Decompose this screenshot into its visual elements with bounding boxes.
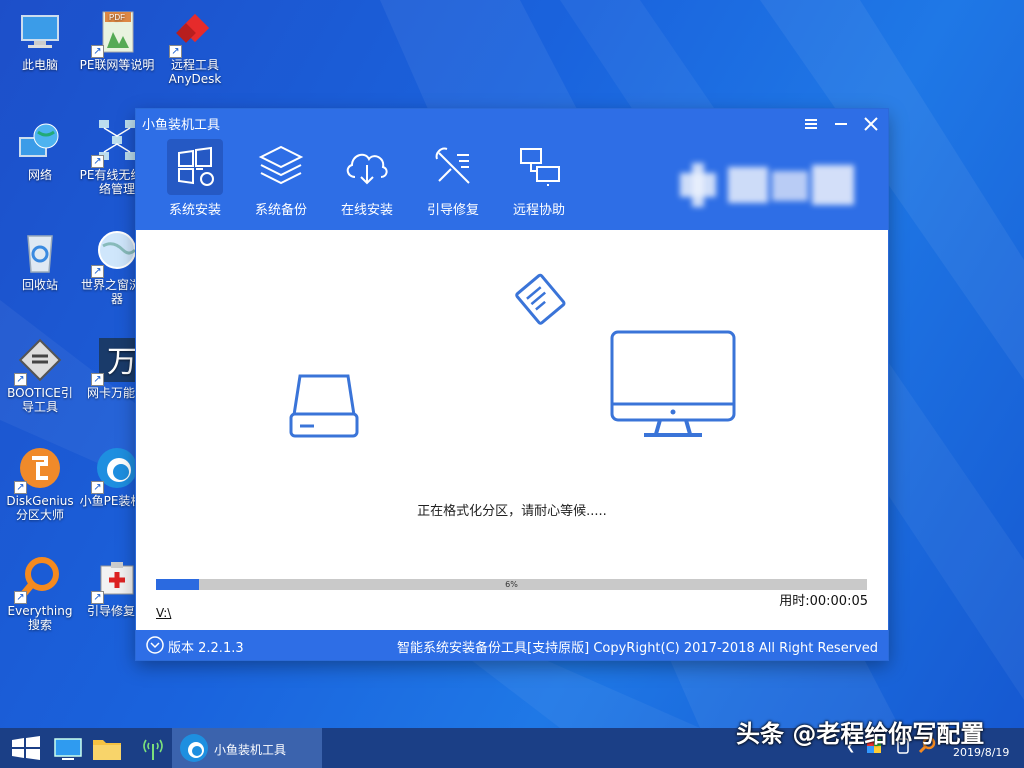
- desktop-monitor-icon: [54, 738, 82, 760]
- menu-icon: [805, 119, 817, 129]
- status-message: 正在格式化分区，请耐心等候.....: [417, 504, 607, 519]
- minimize-icon: [835, 123, 847, 125]
- shortcut-arrow-icon: ↗: [91, 591, 104, 604]
- shortcut-arrow-icon: ↗: [14, 481, 27, 494]
- xiaoyu-installer-window: 小鱼装机工具 系统安装 系统备份 在线安装 引导修复 远程协助 正在格式化分区，…: [136, 109, 888, 660]
- windows-install-icon: [178, 146, 214, 186]
- tab-boot-repair[interactable]: 引导修复: [421, 139, 485, 218]
- close-icon: [864, 117, 878, 131]
- layers-backup-icon: [258, 145, 304, 185]
- windows-start-icon: [12, 736, 40, 760]
- tab-remote-assist[interactable]: 远程协助: [507, 139, 571, 218]
- folder-icon: [93, 740, 121, 760]
- minimize-button[interactable]: [830, 113, 852, 135]
- taskbar-wifi-button[interactable]: [138, 728, 168, 768]
- desktop-icon-this-pc[interactable]: 此电脑: [2, 8, 78, 72]
- version-label: 版本 2.2.1.3: [168, 641, 244, 656]
- close-button[interactable]: [860, 113, 882, 135]
- copyright-text: 智能系统安装备份工具[支持原版] CopyRight(C) 2017-2018 …: [397, 641, 878, 656]
- monitor-icon: [610, 330, 736, 437]
- tab-system-backup[interactable]: 系统备份: [249, 139, 313, 218]
- svg-text:万: 万: [107, 345, 137, 380]
- desktop-icon-diskgenius[interactable]: ↗ DiskGenius分区大师: [2, 444, 78, 522]
- document-transfer-icon: [515, 273, 566, 325]
- progress-percent-label: 6%: [505, 580, 518, 589]
- computer-icon: [21, 15, 59, 48]
- desktop-icon-anydesk[interactable]: ↗ 远程工具 AnyDesk: [157, 8, 233, 86]
- shortcut-arrow-icon: ↗: [14, 373, 27, 386]
- taskbar-date: 2019/8/19: [953, 746, 1010, 759]
- taskbar-explorer-button[interactable]: [90, 728, 124, 768]
- shortcut-arrow-icon: ↗: [169, 45, 182, 58]
- install-progress-bar: 6%: [156, 579, 867, 590]
- start-button[interactable]: [8, 728, 44, 768]
- window-footer: 版本 2.2.1.3 智能系统安装备份工具[支持原版] CopyRight(C)…: [136, 630, 888, 660]
- shortcut-arrow-icon: ↗: [14, 591, 27, 604]
- window-title: 小鱼装机工具: [142, 118, 221, 133]
- hard-drive-icon: [289, 374, 359, 438]
- desktop-icon-recycle-bin[interactable]: 回收站: [2, 228, 78, 292]
- window-header: 小鱼装机工具 系统安装 系统备份 在线安装 引导修复 远程协助: [136, 109, 888, 230]
- xiaoyu-app-icon: [180, 734, 208, 762]
- elapsed-time: 用时:00:00:05: [779, 594, 868, 609]
- tab-online-install[interactable]: 在线安装: [335, 139, 399, 218]
- recycle-bin-icon: [27, 235, 53, 273]
- version-chevron-icon: [146, 636, 164, 654]
- wireless-antenna-icon: [143, 739, 163, 760]
- taskbar-app-xiaoyu[interactable]: 小鱼装机工具: [172, 728, 322, 768]
- desktop-icon-pe-network-doc[interactable]: PDF ↗ PE联网等说明: [79, 8, 155, 72]
- svg-text:PDF: PDF: [109, 13, 125, 22]
- shortcut-arrow-icon: ↗: [91, 265, 104, 278]
- shortcut-arrow-icon: ↗: [91, 45, 104, 58]
- blurred-logo: [680, 163, 854, 207]
- shortcut-arrow-icon: ↗: [91, 481, 104, 494]
- shortcut-arrow-icon: ↗: [91, 155, 104, 168]
- desktop-icon-everything[interactable]: ↗ Everything搜索: [2, 554, 78, 632]
- menu-button[interactable]: [800, 113, 822, 135]
- network-globe-icon: [19, 123, 59, 157]
- watermark-text: 头条 @老程给你写配置: [736, 720, 985, 748]
- taskbar-desktop-button[interactable]: [52, 728, 84, 768]
- desktop-icon-network[interactable]: 网络: [2, 118, 78, 182]
- remote-assist-icon: [520, 148, 560, 186]
- wrench-repair-icon: [435, 147, 470, 184]
- install-progress-panel: 正在格式化分区，请耐心等候..... 6% 用时:00:00:05 V:\: [136, 230, 888, 630]
- cloud-download-icon: [346, 153, 388, 185]
- target-drive-label: V:\: [156, 606, 172, 620]
- shortcut-arrow-icon: ↗: [91, 373, 104, 386]
- tab-system-install[interactable]: 系统安装: [163, 139, 227, 218]
- desktop-icon-bootice[interactable]: ↗ BOOTICE引导工具: [2, 336, 78, 414]
